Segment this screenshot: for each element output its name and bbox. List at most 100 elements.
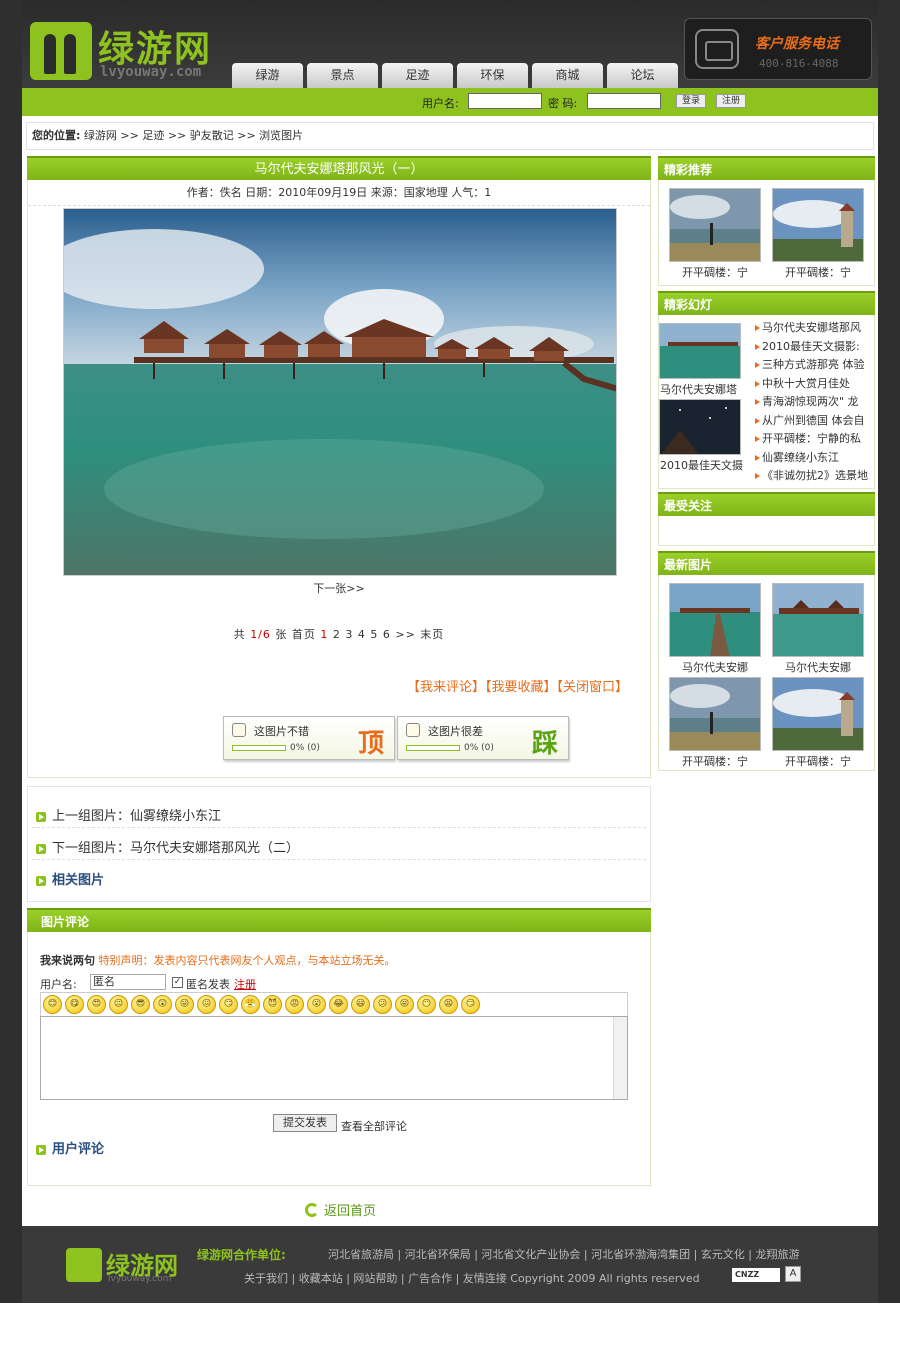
recommend-caption-1[interactable]: 开平碉楼：宁 [667,264,763,280]
nav-tab-luntan[interactable]: 论坛 [607,63,678,88]
divider [32,859,646,860]
slide-link[interactable]: 马尔代夫安娜塔那风 [755,319,875,338]
nav-tab-huanbao[interactable]: 环保 [457,63,528,88]
emoticon-icon[interactable]: 😖 [197,995,216,1014]
site-logo[interactable]: 绿游网 lvyouway.com [30,18,230,84]
slide-link[interactable]: 三种方式游那亮 体验 [755,356,875,375]
comment-register-link[interactable]: 注册 [234,976,256,992]
emoticon-icon[interactable]: 😏 [219,995,238,1014]
emoticon-icon[interactable]: 😡 [285,995,304,1014]
nav-tab-shangcheng[interactable]: 商城 [532,63,603,88]
latest-thumb-4[interactable] [772,677,864,751]
latest-caption-4[interactable]: 开平碉楼：宁 [770,753,866,769]
pager-mid[interactable]: 张 首页 [275,628,316,641]
latest-caption-2[interactable]: 马尔代夫安娜 [770,659,866,675]
recommend-thumb-1[interactable] [669,188,761,262]
password-input[interactable] [587,93,661,109]
footer-links[interactable]: 关于我们 | 收藏本站 | 网站帮助 | 广告合作 | 友情连接 Copyrig… [244,1270,700,1286]
vote-up-button[interactable]: 这图片不错 0% (0) 顶 [223,716,395,760]
emoticon-icon[interactable]: 😝 [395,995,414,1014]
accessibility-icon[interactable]: A [785,1266,801,1282]
action-links[interactable]: 【我来评论】【我要收藏】【关闭窗口】 [407,676,628,695]
cnzz-badge[interactable]: CNZZ [732,1268,780,1282]
slide-link[interactable]: 开平碉楼：宁静的私 [755,430,875,449]
back-home-text[interactable]: 返回首页 [324,1204,376,1219]
recommend-caption-2[interactable]: 开平碉楼：宁 [770,264,866,280]
page-title: 马尔代夫安娜塔那风光（一） [27,156,651,180]
emoticon-icon[interactable]: 😲 [153,995,172,1014]
breadcrumb-path[interactable]: 绿游网 >> 足迹 >> 驴友散记 >> 浏览图片 [84,129,303,142]
latest-caption-3[interactable]: 开平碉楼：宁 [667,753,763,769]
slide-link[interactable]: 从广州到德国 体会自 [755,412,875,431]
next-group-text[interactable]: 下一组图片：马尔代夫安娜塔那风光（二） [52,841,299,856]
emoticon-icon[interactable]: 😜 [175,995,194,1014]
service-phone-box: 客户服务电话 400-816-4088 [684,18,872,80]
comments-title: 图片评论 [27,908,651,932]
register-button[interactable]: 注册 [716,94,746,108]
emoticon-icon[interactable]: 😊 [43,995,62,1014]
anonymous-checkbox[interactable]: ✓ [172,977,183,988]
textarea-scrollbar[interactable] [613,1017,627,1099]
bullet-icon [36,1144,46,1155]
comment-textarea[interactable] [40,1016,628,1100]
emoticon-icon[interactable]: 😐 [109,995,128,1014]
emoticon-icon[interactable]: 😮 [307,995,326,1014]
login-button[interactable]: 登录 [676,94,706,108]
next-group-link[interactable]: 下一组图片：马尔代夫安娜塔那风光（二） [36,837,299,856]
latest-caption-1[interactable]: 马尔代夫安娜 [667,659,763,675]
latest-thumb-1[interactable] [669,583,761,657]
latest-panel: 最新图片 马尔代夫安娜 马尔代夫安娜 开平碉楼：宁 开平碉楼：宁 [658,551,875,771]
emoticon-icon[interactable]: 😎 [131,995,150,1014]
latest-title: 最新图片 [658,551,875,575]
emoticon-icon[interactable]: 😤 [241,995,260,1014]
slide-link[interactable]: 2010最佳天文摄影: [755,338,875,357]
prev-group-text[interactable]: 上一组图片：仙雾缭绕小东江 [52,809,221,824]
footer-logo-icon [66,1248,102,1282]
latest-thumb-2[interactable] [772,583,864,657]
vote-up-bar [232,745,286,751]
related-title: 相关图片 [36,869,104,888]
comment-username-input[interactable]: 匿名 [90,974,166,990]
nav-tab-jingdian[interactable]: 景点 [307,63,378,88]
main-nav: 绿游 景点 足迹 环保 商城 论坛 [232,63,678,88]
pager-rest[interactable]: 2 3 4 5 6 >> 末页 [333,628,444,641]
slide-link[interactable]: 仙雾缭绕小东江 [755,449,875,468]
emoticon-icon[interactable]: 😍 [87,995,106,1014]
view-all-comments-link[interactable]: 查看全部评论 [341,1118,407,1134]
recommend-thumb-2[interactable] [772,188,864,262]
slide-link[interactable]: 青海湖惊现两次" 龙 [755,393,875,412]
slide-link[interactable]: 中秋十大赏月佳处 [755,375,875,394]
return-arrow-icon [305,1203,319,1217]
username-input[interactable] [468,93,542,109]
emoticon-icon[interactable]: 😕 [373,995,392,1014]
related-title-text: 相关图片 [52,873,105,888]
pager-first[interactable]: 1 [320,628,328,641]
nav-tab-lvyou[interactable]: 绿游 [232,63,303,88]
slide-thumb-1[interactable] [659,323,741,379]
partner-links[interactable]: 河北省旅游局 | 河北省环保局 | 河北省文化产业协会 | 河北省环渤海湾集团 … [328,1246,800,1262]
slides-list: 马尔代夫安娜塔那风 2010最佳天文摄影: 三种方式游那亮 体验 中秋十大赏月佳… [755,319,875,486]
slide-caption-2[interactable]: 2010最佳天文摄 [655,457,745,473]
next-photo-link[interactable]: 下一张>> [28,580,650,596]
emoticon-icon[interactable]: 😫 [439,995,458,1014]
slide-thumb-2[interactable] [659,399,741,455]
vote-down-button[interactable]: 这图片很差 0% (0) 踩 [397,716,569,760]
anonymous-label: 匿名发表 [186,978,230,991]
main-photo[interactable] [63,208,617,576]
notice-text: 特别声明：发表内容只代表网友个人观点，与本站立场无关。 [98,954,396,967]
emoticon-icon[interactable]: 😋 [65,995,84,1014]
submit-comment-button[interactable]: 提交发表 [273,1114,337,1132]
slide-link[interactable]: 《非诚勿扰2》选景地 [755,467,875,486]
emoticon-icon[interactable]: 😂 [329,995,348,1014]
latest-thumb-3[interactable] [669,677,761,751]
emoticon-icon[interactable]: 😃 [351,995,370,1014]
nav-tab-zuji[interactable]: 足迹 [382,63,453,88]
slide-caption-1[interactable]: 马尔代夫安娜塔 [655,381,745,397]
emoticon-icon[interactable]: 😏 [461,995,480,1014]
emoticon-icon[interactable]: 😶 [417,995,436,1014]
emoticon-icon[interactable]: 😈 [263,995,282,1014]
prev-group-link[interactable]: 上一组图片：仙雾缭绕小东江 [36,805,221,824]
service-phone: 400-816-4088 [759,57,839,70]
back-home-link[interactable]: 返回首页 [305,1200,376,1219]
pager-prefix: 共 [233,628,246,641]
